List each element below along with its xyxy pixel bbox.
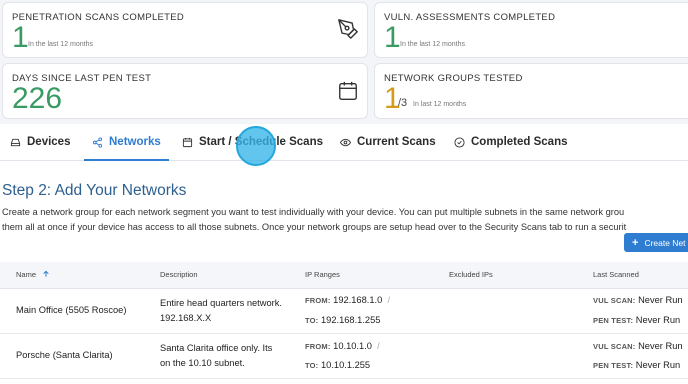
table-row[interactable]: Porsche (Santa Clarita) Santa Clarita of… [0,334,688,379]
sort-asc-icon [43,270,49,277]
column-header-last-scanned: Last Scanned [593,270,639,279]
page-title: Step 2: Add Your Networks [2,182,187,199]
network-icon [92,136,103,148]
network-name: Porsche (Santa Clarita) [16,350,113,360]
device-icon [10,138,21,146]
click-indicator [236,126,276,166]
pen-test-value: Never Run [635,315,681,325]
pen-nib-icon [338,19,358,39]
header-label: Name [16,270,37,279]
tab-label: Completed Scans [471,136,568,148]
ip-to: TO: 192.168.1.255 [305,315,380,325]
tab-bar: Devices Networks Start / Schedule Scans … [0,124,688,161]
stat-subtitle: In last 12 months [413,101,467,108]
network-description: Entire head quarters network. 192.168.X.… [160,296,282,326]
vul-scan-status: VUL SCAN: Never Run [593,295,683,305]
tab-label: Current Scans [357,136,436,148]
pen-test-value: Never Run [635,360,681,370]
table-row[interactable]: Main Office (5505 Roscoe) Entire head qu… [0,289,688,334]
column-header-ip-ranges: IP Ranges [305,270,340,279]
table-header: Name Description IP Ranges Excluded IPs … [0,262,688,289]
network-name: Main Office (5505 Roscoe) [16,305,127,315]
create-network-button[interactable]: + Create Net [624,233,688,252]
column-header-excluded-ips: Excluded IPs [449,270,493,279]
plus-icon: + [632,236,639,249]
from-label: FROM: [305,296,331,305]
vul-scan-status: VUL SCAN: Never Run [593,341,683,351]
ip-from: FROM: 192.168.1.0 / [305,295,390,305]
calendar-icon [339,81,357,100]
stat-subtitle: In the last 12 months [28,41,93,48]
ip-to-value: 192.168.1.255 [320,315,381,325]
eye-icon [340,138,351,146]
column-header-name[interactable]: Name [16,270,50,279]
page-description: Create a network group for each network … [2,205,688,235]
ip-from-value: 10.10.1.0 [333,341,372,351]
stat-value: 226 [12,82,63,115]
description-line: 192.168.X.X [160,313,212,323]
stat-card-days: DAYS SINCE LAST PEN TEST 226 [2,63,368,119]
description-line: on the 10.10 subnet. [160,358,245,368]
description-line: them all at once if your device has acce… [2,222,627,232]
stat-title: VULN. ASSESSMENTS COMPLETED [384,12,556,23]
description-line: Create a network group for each network … [2,207,625,217]
vul-scan-label: VUL SCAN: [593,342,636,351]
vul-scan-value: Never Run [638,295,683,305]
tab-label: Devices [27,136,71,148]
column-header-description: Description [160,270,198,279]
stat-value: 1 [384,21,401,54]
ip-from-value: 192.168.1.0 [333,295,383,305]
tab-completed-scans[interactable]: Completed Scans [454,124,568,160]
pen-test-status: PEN TEST: Never Run [593,360,680,370]
ip-to-value: 10.10.1.255 [320,360,371,370]
stat-total: /3 [398,97,408,109]
tab-label: Networks [109,136,161,148]
vul-scan-value: Never Run [638,341,683,351]
stat-title: PENETRATION SCANS COMPLETED [12,12,185,23]
check-circle-icon [454,136,465,148]
stat-subtitle: In the last 12 months [400,41,465,48]
stat-card-pen-scans: PENETRATION SCANS COMPLETED 1 In the las… [2,2,368,58]
from-label: FROM: [305,342,331,351]
separator: / [384,295,391,305]
button-label: Create Net [644,237,686,248]
pen-test-status: PEN TEST: Never Run [593,315,680,325]
tab-current-scans[interactable]: Current Scans [340,124,436,160]
tab-networks[interactable]: Networks [84,124,169,161]
stat-card-vuln: VULN. ASSESSMENTS COMPLETED 1 In the las… [374,2,688,58]
pen-test-label: PEN TEST: [593,316,634,325]
network-description: Santa Clarita office only. Its on the 10… [160,341,272,371]
stat-card-groups: NETWORK GROUPS TESTED 1 /3 In last 12 mo… [374,63,688,119]
separator: / [374,341,380,351]
description-line: Santa Clarita office only. Its [160,343,273,353]
description-line: Entire head quarters network. [160,298,282,308]
calendar-icon [182,137,193,147]
ip-from: FROM: 10.10.1.0 / [305,341,380,351]
stat-value: 1 [12,21,29,54]
stat-title: NETWORK GROUPS TESTED [384,73,523,84]
to-label: TO: [305,361,319,370]
to-label: TO: [305,316,319,325]
pen-test-label: PEN TEST: [593,361,634,370]
vul-scan-label: VUL SCAN: [593,296,636,305]
ip-to: TO: 10.10.1.255 [305,360,370,370]
tab-devices[interactable]: Devices [10,124,70,160]
